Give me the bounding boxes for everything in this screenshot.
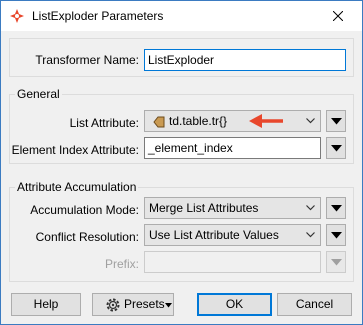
list-attribute-select[interactable]: td.table.tr{} [144,110,321,132]
accumulation-mode-menu-button[interactable] [326,197,346,219]
presets-button[interactable]: Presets [92,293,174,316]
element-index-menu-button[interactable] [326,137,346,159]
conflict-resolution-menu-button[interactable] [326,224,346,246]
chevron-down-icon [306,205,315,211]
annotation-arrow-icon [249,114,283,128]
element-index-label: Element Index Attribute: [11,143,139,157]
accumulation-group-title: Attribute Accumulation [15,180,139,194]
accumulation-mode-value: Merge List Attributes [149,201,259,215]
conflict-resolution-select[interactable]: Use List Attribute Values [144,224,321,246]
transformer-name-label: Transformer Name: [35,53,139,67]
triangle-down-icon [331,259,342,266]
conflict-resolution-value: Use List Attribute Values [149,228,279,242]
gear-icon [105,297,121,320]
presets-label: Presets [124,297,165,311]
element-index-input[interactable]: _element_index [144,137,321,159]
dialog-window: ListExploder Parameters Transformer Name… [0,0,363,325]
transformer-name-input[interactable]: ListExploder [144,49,346,71]
ok-button[interactable]: OK [197,293,272,316]
general-group-title: General [15,87,62,101]
list-attribute-type-icon [153,116,165,131]
prefix-menu-button[interactable] [326,251,346,273]
list-attribute-menu-button[interactable] [326,110,346,132]
prefix-input[interactable] [144,251,321,273]
triangle-down-icon [331,232,342,239]
close-button[interactable] [316,1,360,30]
fme-app-icon [9,8,25,24]
list-attribute-value: td.table.tr{} [169,114,228,128]
title-bar[interactable]: ListExploder Parameters [1,1,362,31]
cancel-button[interactable]: Cancel [277,293,352,316]
help-button[interactable]: Help [11,293,81,316]
triangle-down-icon [165,303,172,308]
chevron-down-icon [306,232,315,238]
triangle-down-icon [331,205,342,212]
accumulation-mode-select[interactable]: Merge List Attributes [144,197,321,219]
accumulation-mode-label: Accumulation Mode: [30,203,139,217]
triangle-down-icon [331,145,342,152]
close-icon [333,11,343,21]
chevron-down-icon [306,118,315,124]
list-attribute-label: List Attribute: [69,116,139,130]
prefix-label: Prefix: [104,257,139,271]
triangle-down-icon [331,118,342,125]
conflict-resolution-label: Conflict Resolution: [35,230,139,244]
window-title: ListExploder Parameters [32,9,164,23]
